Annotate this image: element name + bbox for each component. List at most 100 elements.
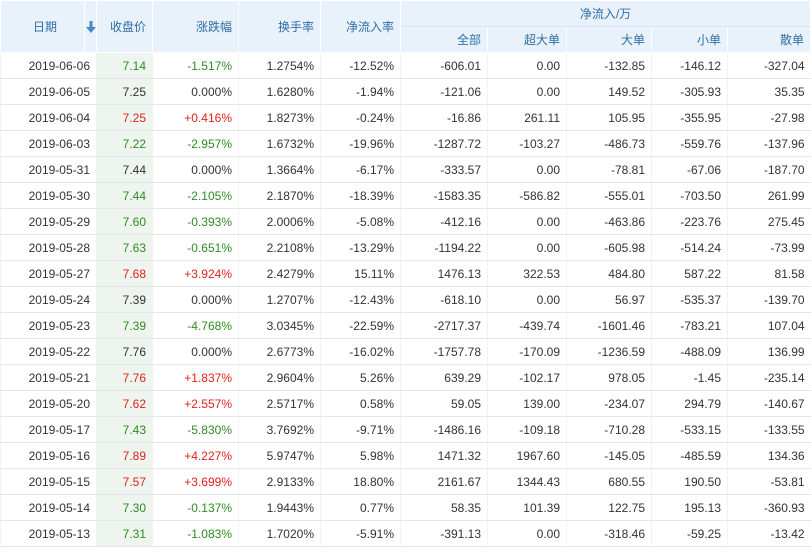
cell-super-large: 0.00 [487,78,567,105]
table-row: 2019-06-06 7.14 -1.517% 1.2754% -12.52% -606.… [0,52,811,79]
cell-super-large: 0.00 [487,208,567,235]
cell-net-ratio: 5.26% [320,364,401,391]
cell-super-large: 0.00 [487,156,567,183]
cell-change: -4.768% [152,312,239,339]
table-row: 2019-05-16 7.89 +4.227% 5.9747% 5.98% 1471.32… [0,442,811,469]
cell-change: -1.517% [152,52,239,79]
cell-close: 7.63 [96,234,153,261]
cell-date: 2019-05-21 [0,364,97,391]
cell-turnover: 1.2707% [238,286,321,313]
cell-close: 7.25 [96,78,153,105]
cell-net-ratio: -22.59% [320,312,401,339]
table-row: 2019-05-21 7.76 +1.837% 2.9604% 5.26% 639.29-… [0,364,811,391]
table-row: 2019-06-05 7.25 0.000% 1.6280% -1.94% -121.06… [0,78,811,105]
cell-turnover: 2.6773% [238,338,321,365]
header-all[interactable]: 全部 [400,26,488,53]
cell-change: -1.083% [152,520,239,547]
header-net-inflow-group: 净流入/万 [399,0,812,27]
cell-close: 7.89 [96,442,153,469]
cell-change: 0.000% [152,156,239,183]
cell-retail: -137.96 [726,130,811,157]
cell-small: -305.93 [651,78,728,105]
cell-super-large: 0.00 [487,234,567,261]
cell-net-ratio: 5.98% [320,442,401,469]
cell-date: 2019-05-28 [0,234,97,261]
cell-all: -1757.78 [400,338,488,365]
cell-all: -391.13 [400,520,488,547]
table-row: 2019-05-29 7.60 -0.393% 2.0006% -5.08% -412.1… [0,208,811,235]
cell-retail: -73.99 [726,234,811,261]
table-row: 2019-05-28 7.63 -0.651% 2.2108% -13.29% -1194… [0,234,811,261]
cell-turnover: 2.5717% [238,390,321,417]
table-row: 2019-05-20 7.62 +2.557% 2.5717% 0.58% 59.05 13… [0,390,811,417]
cell-small: -146.12 [651,52,728,79]
cell-net-ratio: 15.11% [320,260,401,287]
cell-retail: -187.70 [726,156,811,183]
cell-date: 2019-05-16 [0,442,97,469]
cell-change: +0.416% [152,104,239,131]
cell-net-ratio: 0.58% [320,390,401,417]
sort-down-arrow-icon[interactable] [85,21,96,33]
header-close[interactable]: 收盘价 [96,0,153,53]
cell-all: -16.86 [400,104,488,131]
cell-super-large: -586.82 [487,182,567,209]
cell-large: -555.01 [566,182,652,209]
cell-change: 0.000% [152,78,239,105]
cell-turnover: 2.4279% [238,260,321,287]
cell-large: 680.55 [566,468,652,495]
cell-close: 7.57 [96,468,153,495]
cell-retail: -13.42 [726,520,811,547]
cell-small: -783.21 [651,312,728,339]
cell-date: 2019-06-04 [0,104,97,131]
sort-toggle[interactable] [84,0,97,53]
cell-small: -703.50 [651,182,728,209]
header-large[interactable]: 大单 [566,26,652,53]
cell-close: 7.43 [96,416,153,443]
cell-net-ratio: -16.02% [320,338,401,365]
cell-small: -485.59 [651,442,728,469]
cell-net-ratio: 18.80% [320,468,401,495]
table-row: 2019-05-30 7.44 -2.105% 2.1870% -18.39% -1583… [0,182,811,209]
table-row: 2019-06-04 7.25 +0.416% 1.8273% -0.24% -16.86… [0,104,811,131]
cell-date: 2019-05-23 [0,312,97,339]
header-retail[interactable]: 散单 [726,26,812,53]
header-change[interactable]: 涨跌幅 [152,0,239,53]
cell-net-ratio: -19.96% [320,130,401,157]
cell-net-ratio: -0.24% [320,104,401,131]
cell-all: -2717.37 [400,312,488,339]
cell-super-large: 139.00 [487,390,567,417]
cell-change: +3.699% [152,468,239,495]
cell-all: -121.06 [400,78,488,105]
cell-change: 0.000% [152,338,239,365]
header-super-large[interactable]: 超大单 [487,26,567,53]
cell-date: 2019-05-31 [0,156,97,183]
fund-flow-table: 日期 收盘价 涨跌幅 换手率 净流入率 净流入/万 全部 超大单 大单 小单 散… [0,0,812,547]
cell-retail: 136.99 [726,338,811,365]
cell-small: -355.95 [651,104,728,131]
cell-large: -486.73 [566,130,652,157]
cell-retail: -235.14 [726,364,811,391]
cell-super-large: 0.00 [487,520,567,547]
cell-close: 7.44 [96,182,153,209]
table-row: 2019-05-24 7.39 0.000% 1.2707% -12.43% -618.1… [0,286,811,313]
header-turnover[interactable]: 换手率 [238,0,321,53]
table-row: 2019-05-13 7.31 -1.083% 1.7020% -5.91% -391.1… [0,520,811,547]
cell-turnover: 1.7020% [238,520,321,547]
cell-all: 58.35 [400,494,488,521]
cell-all: -618.10 [400,286,488,313]
cell-close: 7.39 [96,312,153,339]
header-net-ratio[interactable]: 净流入率 [320,0,401,53]
cell-retail: -53.81 [726,468,811,495]
table-row: 2019-05-22 7.76 0.000% 2.6773% -16.02% -1757.… [0,338,811,365]
cell-close: 7.39 [96,286,153,313]
cell-turnover: 2.1870% [238,182,321,209]
header-small[interactable]: 小单 [651,26,728,53]
cell-small: 190.50 [651,468,728,495]
header-date[interactable]: 日期 [0,0,85,53]
cell-close: 7.62 [96,390,153,417]
table-row: 2019-05-14 7.30 -0.137% 1.9443% 0.77% 58.35 10… [0,494,811,521]
cell-super-large: 1967.60 [487,442,567,469]
cell-net-ratio: -12.43% [320,286,401,313]
cell-large: -1236.59 [566,338,652,365]
cell-small: -533.15 [651,416,728,443]
